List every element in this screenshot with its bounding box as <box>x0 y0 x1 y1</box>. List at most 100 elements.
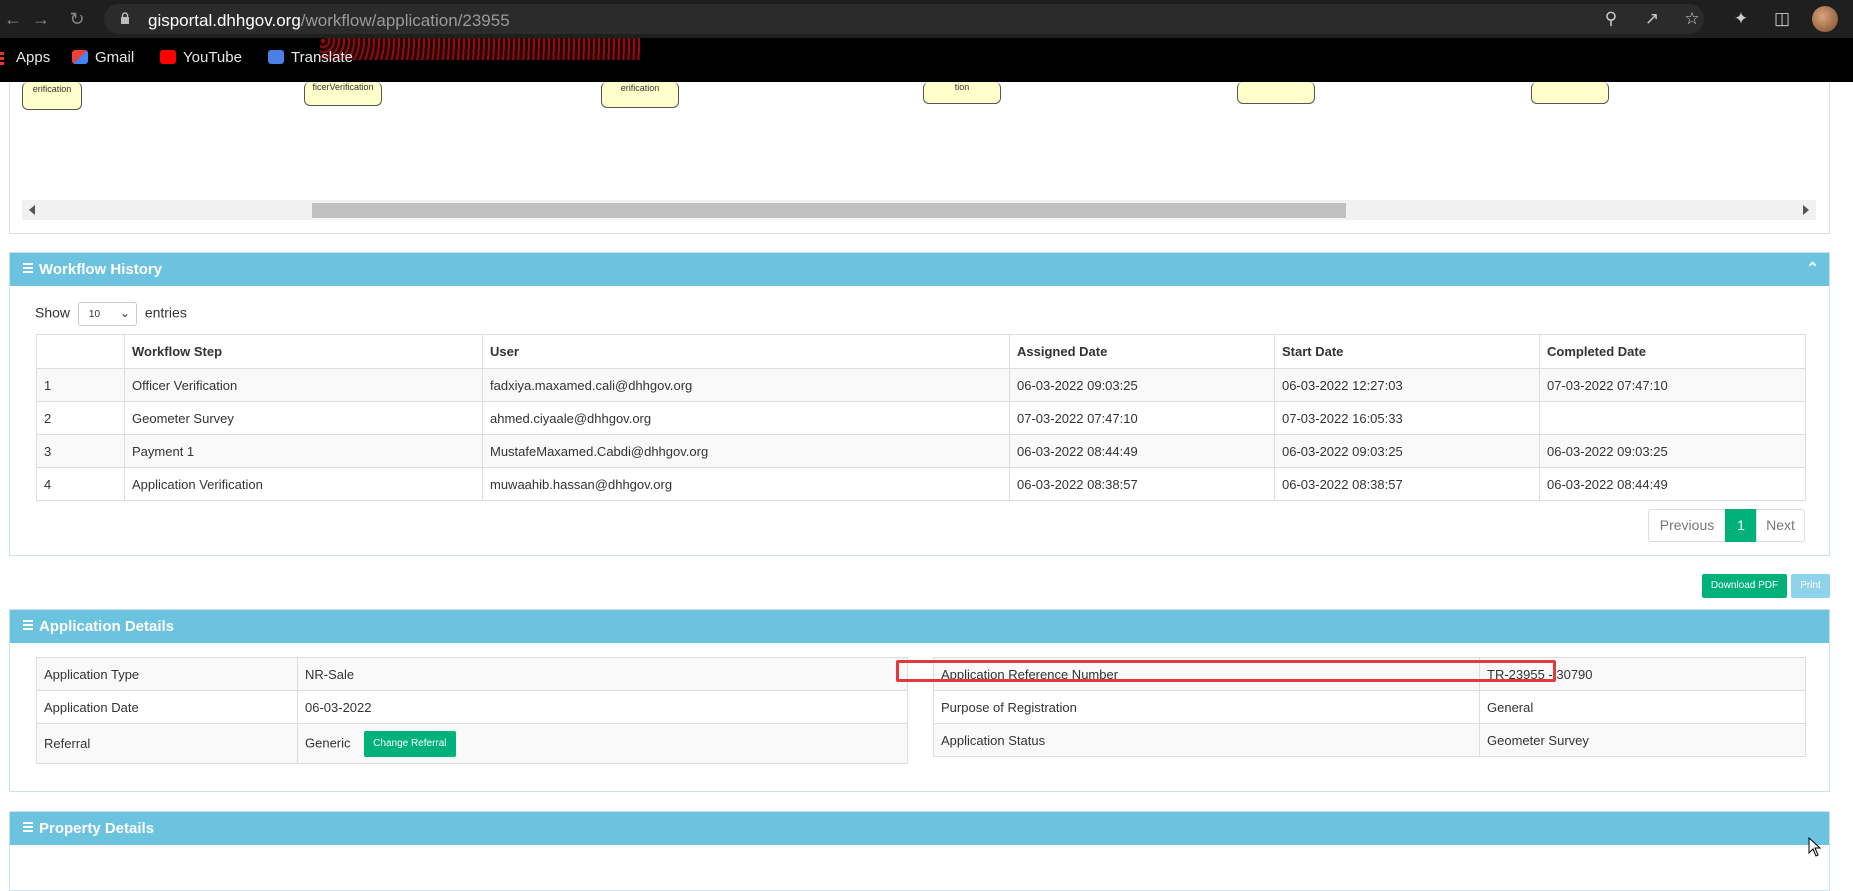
workflow-step-cell: Payment 1 <box>124 434 483 468</box>
apps-grid-icon <box>0 52 4 66</box>
bookmark-label: Apps <box>16 49 51 66</box>
show-label: Show <box>35 304 71 321</box>
user-cell: MustafeMaxamed.Cabdi@dhhgov.org <box>482 434 1010 468</box>
user-cell: muwaahib.hassan@dhhgov.org <box>482 467 1010 501</box>
panel-header[interactable]: Property Details <box>10 812 1829 845</box>
property-details-panel: Property Details <box>9 811 1830 891</box>
detail-value: 06-03-2022 <box>297 690 908 724</box>
column-header[interactable]: Completed Date <box>1539 334 1806 369</box>
scrollbar-thumb[interactable] <box>312 203 1346 218</box>
start-date-cell: 06-03-2022 09:03:25 <box>1274 434 1540 468</box>
detail-row: Referral Generic Change Referral <box>36 723 908 764</box>
print-button[interactable]: Print <box>1791 574 1830 598</box>
profile-avatar[interactable] <box>1812 6 1838 32</box>
user-cell: fadxiya.maxamed.cali@dhhgov.org <box>482 368 1010 402</box>
url-text: gisportal.dhhgov.org/workflow/applicatio… <box>148 11 510 31</box>
panel-header[interactable]: Application Details <box>10 610 1829 643</box>
workflow-step-cell: Officer Verification <box>124 368 483 402</box>
row-number: 1 <box>36 368 125 402</box>
completed-date-cell: 06-03-2022 08:44:49 <box>1539 467 1806 501</box>
entries-label: entries <box>144 304 187 321</box>
share-icon[interactable]: ↗ <box>1641 8 1663 30</box>
translate-icon <box>268 50 284 64</box>
workflow-node-label: ficerVerification <box>312 82 374 92</box>
bookmark-label: Gmail <box>95 49 135 66</box>
column-header[interactable]: Start Date <box>1274 334 1540 369</box>
detail-label: Application Date <box>36 690 298 724</box>
detail-row: Purpose of Registration General <box>933 690 1806 724</box>
column-header[interactable]: Workflow Step <box>124 334 483 369</box>
assigned-date-cell: 06-03-2022 09:03:25 <box>1009 368 1275 402</box>
bookmark-translate[interactable]: Translate <box>268 49 353 66</box>
assigned-date-cell: 07-03-2022 07:47:10 <box>1009 401 1275 435</box>
pagination-previous[interactable]: Previous <box>1648 509 1726 542</box>
workflow-node[interactable]: erification <box>22 82 82 110</box>
pagination-current-page[interactable]: 1 <box>1725 509 1757 542</box>
application-details-panel: Application Details Application Type NR-… <box>9 609 1830 792</box>
start-date-cell: 06-03-2022 12:27:03 <box>1274 368 1540 402</box>
workflow-node[interactable]: erification <box>601 82 679 108</box>
mouse-cursor-icon <box>1808 837 1822 857</box>
user-cell: ahmed.ciyaale@dhhgov.org <box>482 401 1010 435</box>
detail-value-cell: Generic Change Referral <box>297 723 908 764</box>
reload-icon[interactable]: ↻ <box>64 6 90 32</box>
download-pdf-button[interactable]: Download PDF <box>1702 574 1787 598</box>
panel-title: Workflow History <box>39 261 163 278</box>
browser-chrome: ← → ↻ gisportal.dhhgov.org/workflow/appl… <box>0 0 1853 82</box>
bookmark-apps[interactable]: Apps <box>16 49 50 66</box>
workflow-node-label: tion <box>954 82 970 92</box>
page-length-control: Show 10 ⌄ entries <box>35 302 187 326</box>
detail-value: Geometer Survey <box>1479 723 1806 757</box>
workflow-node[interactable]: ficerVerification <box>304 82 382 106</box>
detail-label: Application Status <box>933 723 1480 757</box>
collapse-chevron-icon[interactable]: ⌃ <box>1806 259 1819 277</box>
page-size-select[interactable]: 10 ⌄ <box>77 302 137 326</box>
table-row: 2 Geometer Survey ahmed.ciyaale@dhhgov.o… <box>36 401 1806 435</box>
change-referral-button[interactable]: Change Referral <box>364 730 456 757</box>
page-size-value: 10 <box>88 309 101 320</box>
detail-row: Application Type NR-Sale <box>36 657 908 691</box>
table-row: 3 Payment 1 MustafeMaxamed.Cabdi@dhhgov.… <box>36 434 1806 468</box>
side-panel-icon[interactable]: ◫ <box>1771 8 1793 30</box>
lock-icon <box>121 12 129 24</box>
workflow-node-label: erification <box>620 83 660 93</box>
highlight-annotation <box>896 660 1556 682</box>
row-number: 4 <box>36 467 125 501</box>
back-arrow-icon[interactable]: ← <box>0 6 26 32</box>
workflow-node[interactable] <box>1531 82 1609 104</box>
assigned-date-cell: 06-03-2022 08:44:49 <box>1009 434 1275 468</box>
column-header[interactable] <box>36 334 125 369</box>
bookmark-youtube[interactable]: YouTube <box>160 49 242 66</box>
pagination-next[interactable]: Next <box>1756 509 1805 542</box>
scroll-right-icon[interactable] <box>1803 205 1809 215</box>
scroll-left-icon[interactable] <box>29 205 35 215</box>
star-icon[interactable]: ☆ <box>1681 8 1703 30</box>
detail-label: Purpose of Registration <box>933 690 1480 724</box>
horizontal-scrollbar[interactable] <box>22 200 1816 220</box>
extensions-icon[interactable]: ✦ <box>1730 8 1752 30</box>
row-number: 3 <box>36 434 125 468</box>
chevron-down-icon: ⌄ <box>119 306 130 320</box>
workflow-history-panel: Workflow History ⌃ Show 10 ⌄ entries Wor… <box>9 252 1830 556</box>
workflow-node[interactable] <box>1237 82 1315 104</box>
detail-row: Application Status Geometer Survey <box>933 723 1806 757</box>
address-bar[interactable]: gisportal.dhhgov.org/workflow/applicatio… <box>104 4 1704 34</box>
forward-arrow-icon[interactable]: → <box>28 6 54 32</box>
list-icon <box>23 620 33 630</box>
youtube-icon <box>160 50 176 64</box>
workflow-step-cell: Application Verification <box>124 467 483 501</box>
column-header[interactable]: User <box>482 334 1010 369</box>
detail-row: Application Date 06-03-2022 <box>36 690 908 724</box>
bookmark-gmail[interactable]: Gmail <box>72 49 134 66</box>
row-number: 2 <box>36 401 125 435</box>
panel-header[interactable]: Workflow History ⌃ <box>10 253 1829 286</box>
completed-date-cell: 06-03-2022 09:03:25 <box>1539 434 1806 468</box>
workflow-node[interactable]: tion <box>923 82 1001 104</box>
gmail-icon <box>72 50 88 64</box>
zoom-icon[interactable]: ⚲ <box>1600 8 1622 30</box>
column-header[interactable]: Assigned Date <box>1009 334 1275 369</box>
assigned-date-cell: 06-03-2022 08:38:57 <box>1009 467 1275 501</box>
completed-date-cell <box>1539 401 1806 435</box>
url-host: gisportal.dhhgov.org <box>148 11 301 30</box>
url-path: /workflow/application/23955 <box>300 11 510 30</box>
